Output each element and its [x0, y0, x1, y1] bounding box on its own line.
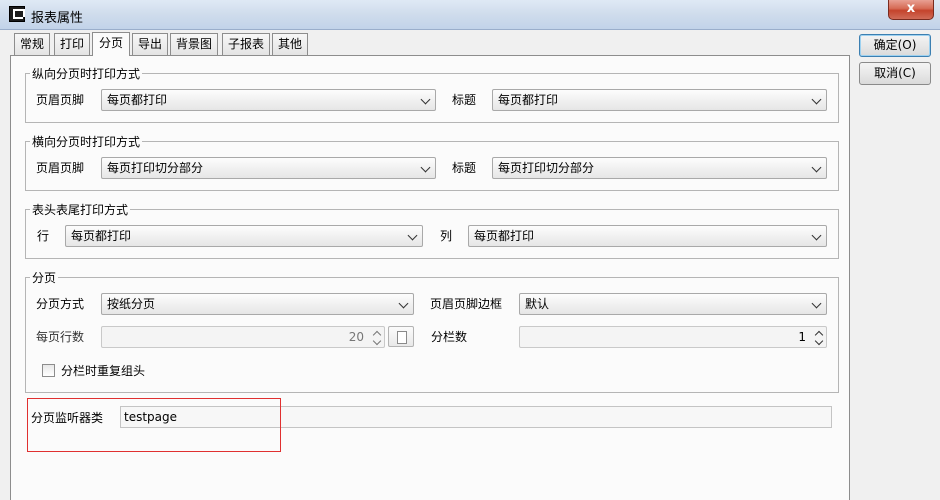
horizontal-header-footer-select[interactable]: 每页打印切分部分: [101, 157, 436, 179]
window-title: 报表属性: [31, 11, 84, 26]
columns-stepper[interactable]: 1: [519, 326, 827, 348]
horizontal-title-select[interactable]: 每页打印切分部分: [492, 157, 827, 179]
chevron-down-icon: [811, 230, 822, 241]
tab-background-image[interactable]: 背景图: [170, 33, 218, 55]
horizontal-header-footer-value: 每页打印切分部分: [107, 161, 204, 175]
paging-mode-value: 按纸分页: [107, 297, 156, 311]
paging-mode-label: 分页方式: [36, 297, 85, 311]
chevron-down-icon: [398, 298, 409, 309]
table-header-footer-legend: 表头表尾打印方式: [30, 203, 131, 217]
vertical-paging-legend: 纵向分页时打印方式: [30, 67, 143, 81]
chevron-down-icon: [420, 94, 431, 105]
header-footer-border-value: 默认: [525, 297, 550, 311]
repeat-group-header-checkbox[interactable]: [42, 364, 55, 377]
tab-subreport[interactable]: 子报表: [222, 33, 270, 55]
chevron-down-icon: [811, 298, 822, 309]
vertical-title-label: 标题: [452, 93, 477, 107]
chevron-down-icon: [811, 94, 822, 105]
header-footer-border-select[interactable]: 默认: [519, 293, 827, 315]
vertical-header-footer-select[interactable]: 每页都打印: [101, 89, 436, 111]
horizontal-title-label: 标题: [452, 161, 477, 175]
row-print-value: 每页都打印: [71, 229, 132, 243]
highlight-annotation-box: [27, 398, 281, 452]
close-button[interactable]: x: [888, 0, 934, 20]
chevron-down-icon: [420, 162, 431, 173]
column-print-value: 每页都打印: [474, 229, 535, 243]
rows-per-page-label: 每页行数: [36, 330, 85, 344]
column-label: 列: [440, 229, 453, 243]
rows-per-page-stepper[interactable]: 20: [101, 326, 385, 348]
columns-label: 分栏数: [431, 330, 468, 344]
repeat-group-header-label: 分栏时重复组头: [61, 364, 146, 378]
horizontal-title-value: 每页打印切分部分: [498, 161, 595, 175]
chevron-down-icon: [407, 230, 418, 241]
column-print-select[interactable]: 每页都打印: [468, 225, 827, 247]
tab-export[interactable]: 导出: [132, 33, 168, 55]
page-icon: [397, 331, 407, 344]
tab-other[interactable]: 其他: [272, 33, 308, 55]
title-bar: [0, 0, 940, 30]
rows-per-page-value: 20: [348, 330, 364, 344]
columns-value: 1: [798, 330, 806, 344]
paging-mode-select[interactable]: 按纸分页: [101, 293, 414, 315]
tab-general[interactable]: 常规: [14, 33, 50, 55]
chevron-down-icon[interactable]: [372, 336, 382, 346]
tab-paging[interactable]: 分页: [92, 32, 130, 56]
vertical-title-select[interactable]: 每页都打印: [492, 89, 827, 111]
cancel-button[interactable]: 取消(C): [859, 62, 931, 85]
page-selector-button[interactable]: [388, 326, 414, 347]
report-app-icon: [9, 6, 25, 22]
paging-legend: 分页: [30, 271, 59, 285]
horizontal-paging-legend: 横向分页时打印方式: [30, 135, 143, 149]
tab-print[interactable]: 打印: [54, 33, 90, 55]
row-label: 行: [37, 229, 50, 243]
vertical-header-footer-value: 每页都打印: [107, 93, 168, 107]
vertical-header-footer-label: 页眉页脚: [36, 93, 85, 107]
ok-button[interactable]: 确定(O): [859, 34, 931, 57]
chevron-down-icon[interactable]: [814, 336, 824, 346]
row-print-select[interactable]: 每页都打印: [65, 225, 423, 247]
horizontal-header-footer-label: 页眉页脚: [36, 161, 85, 175]
header-footer-border-label: 页眉页脚边框: [430, 297, 503, 311]
chevron-down-icon: [811, 162, 822, 173]
vertical-title-value: 每页都打印: [498, 93, 559, 107]
